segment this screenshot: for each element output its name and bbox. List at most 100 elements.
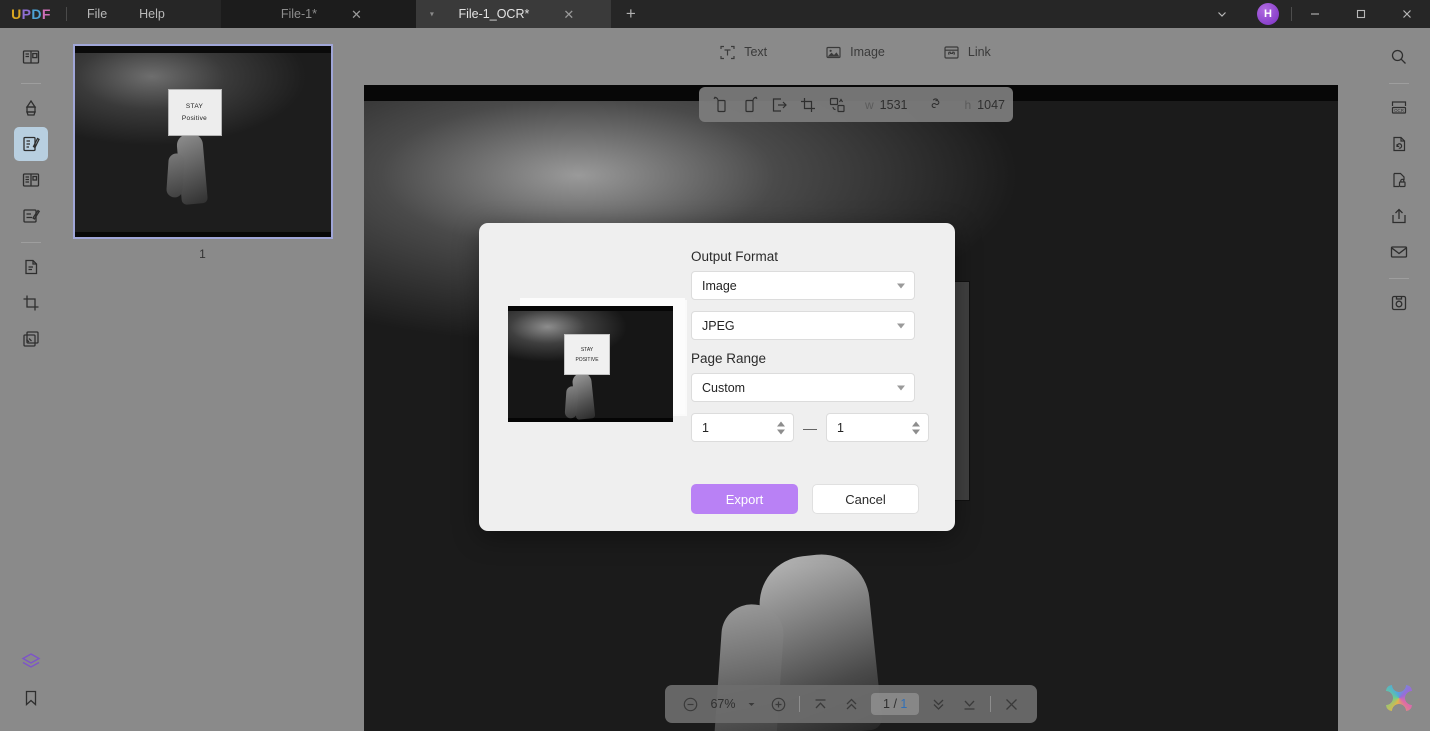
- tab-file-1-ocr[interactable]: ▾ File-1_OCR* ✕: [415, 0, 611, 28]
- toolbar-item-label: Text: [744, 45, 768, 59]
- cancel-button[interactable]: Cancel: [812, 484, 919, 514]
- page-navigation-bar: 67% 1 / 1: [665, 685, 1038, 723]
- svg-text:OCR: OCR: [1394, 108, 1404, 113]
- bookmark-icon[interactable]: [14, 681, 48, 715]
- chevron-down-icon[interactable]: [1199, 0, 1245, 28]
- ai-icon-shape: [1385, 685, 1412, 711]
- save-icon[interactable]: [1382, 286, 1416, 320]
- rail-divider: [1388, 278, 1409, 279]
- image-height-value[interactable]: 1047: [977, 98, 1005, 112]
- zoom-dropdown-icon[interactable]: [740, 689, 763, 719]
- thumbnail-sign: STAY Positive: [167, 89, 222, 136]
- logo-letter-f: F: [41, 6, 51, 22]
- maximize-icon[interactable]: [1338, 0, 1384, 28]
- sidebar-item-edit-pdf[interactable]: [14, 127, 48, 161]
- left-rail-bottom: [14, 645, 48, 731]
- last-page-icon[interactable]: [954, 689, 985, 719]
- chevron-down-icon: [897, 385, 905, 390]
- thumbnail-hand: [175, 133, 208, 205]
- stepper-up-icon[interactable]: [912, 421, 920, 426]
- ai-assistant-icon[interactable]: [1382, 681, 1416, 715]
- crop-image-icon[interactable]: [794, 91, 821, 118]
- page-separator: /: [893, 697, 897, 711]
- ocr-icon[interactable]: OCR: [1382, 91, 1416, 125]
- updf-application-window: UPDF File Help File-1* ✕ ▾ File-1_OCR* ✕…: [0, 0, 1430, 731]
- zoom-level-value[interactable]: 67%: [706, 697, 740, 711]
- first-page-icon[interactable]: [805, 689, 836, 719]
- rotate-right-icon[interactable]: [736, 91, 763, 118]
- output-format-select[interactable]: Image: [691, 271, 915, 300]
- tab-file-1[interactable]: File-1* ✕: [220, 0, 416, 28]
- dialog-preview-pane: STAY POSITIVE: [479, 223, 691, 531]
- compress-icon[interactable]: [1382, 127, 1416, 161]
- logo-letter-p: P: [21, 6, 32, 22]
- image-subformat-value: JPEG: [702, 318, 735, 333]
- email-icon[interactable]: [1382, 235, 1416, 269]
- range-to-input[interactable]: 1: [826, 413, 929, 442]
- right-rail-bottom: [1382, 681, 1416, 731]
- output-format-value: Image: [702, 278, 737, 293]
- tab-dropdown-icon[interactable]: ▾: [430, 10, 434, 19]
- image-subformat-select[interactable]: JPEG: [691, 311, 915, 340]
- navbar-divider: [799, 696, 800, 712]
- toolbar-text-button[interactable]: Text: [719, 44, 767, 61]
- avatar[interactable]: H: [1245, 0, 1291, 28]
- sidebar-item-crop-page[interactable]: [14, 286, 48, 320]
- previous-page-icon[interactable]: [836, 689, 867, 719]
- layers-icon[interactable]: [14, 645, 48, 679]
- replace-image-icon[interactable]: [823, 91, 850, 118]
- next-page-icon[interactable]: [923, 689, 954, 719]
- menu-help[interactable]: Help: [123, 0, 181, 28]
- range-dash: —: [803, 419, 817, 436]
- range-to-stepper[interactable]: [912, 421, 920, 434]
- left-tool-rail: [0, 28, 62, 731]
- search-icon[interactable]: [1382, 40, 1416, 74]
- page-range-select[interactable]: Custom: [691, 373, 915, 402]
- protect-icon[interactable]: [1382, 163, 1416, 197]
- extract-image-icon[interactable]: [765, 91, 792, 118]
- sidebar-item-convert-pdf[interactable]: [14, 250, 48, 284]
- aspect-ratio-lock-icon[interactable]: [922, 91, 949, 118]
- rotate-left-icon[interactable]: [707, 91, 734, 118]
- page-range-label: Page Range: [691, 351, 767, 366]
- thumbnail-page-1[interactable]: STAY Positive: [72, 44, 333, 239]
- range-from-value: 1: [702, 420, 709, 435]
- new-tab-button[interactable]: +: [611, 0, 651, 28]
- window-controls: H: [1199, 0, 1430, 28]
- tab-close-icon[interactable]: ✕: [351, 8, 362, 21]
- page-range-inputs: 1 — 1: [691, 413, 929, 442]
- zoom-out-icon[interactable]: [675, 689, 706, 719]
- stepper-down-icon[interactable]: [777, 429, 785, 434]
- minimize-icon[interactable]: [1292, 0, 1338, 28]
- toolbar-link-button[interactable]: Link: [943, 44, 991, 61]
- image-properties-toolbar: w 1531 h 1047: [699, 87, 1013, 122]
- range-from-input[interactable]: 1: [691, 413, 794, 442]
- zoom-in-icon[interactable]: [763, 689, 794, 719]
- tab-close-icon[interactable]: ✕: [563, 8, 574, 21]
- page-range-value: Custom: [702, 380, 746, 395]
- avatar-initial: H: [1257, 3, 1279, 25]
- page-indicator[interactable]: 1 / 1: [871, 693, 920, 715]
- sidebar-item-batch[interactable]: [14, 322, 48, 356]
- image-width-value[interactable]: 1531: [880, 98, 908, 112]
- menu-file[interactable]: File: [71, 0, 123, 28]
- sidebar-item-comment[interactable]: [14, 91, 48, 125]
- range-to-value: 1: [837, 420, 844, 435]
- image-width-label: w: [865, 97, 874, 112]
- sidebar-item-reader[interactable]: [14, 40, 48, 74]
- close-icon[interactable]: [1384, 0, 1430, 28]
- stepper-up-icon[interactable]: [777, 421, 785, 426]
- stepper-down-icon[interactable]: [912, 429, 920, 434]
- close-navbar-icon[interactable]: [996, 689, 1027, 719]
- range-from-stepper[interactable]: [777, 421, 785, 434]
- export-button[interactable]: Export: [691, 484, 798, 514]
- image-icon: [826, 46, 841, 58]
- toolbar-image-button[interactable]: Image: [825, 44, 885, 61]
- right-tool-rail: OCR: [1367, 28, 1430, 731]
- sidebar-item-fill-sign[interactable]: [14, 199, 48, 233]
- logo-divider: [66, 7, 67, 21]
- preview-page-stack: STAY POSITIVE: [508, 298, 685, 422]
- share-icon[interactable]: [1382, 199, 1416, 233]
- sidebar-item-organize-pages[interactable]: [14, 163, 48, 197]
- toolbar-item-label: Image: [850, 45, 885, 59]
